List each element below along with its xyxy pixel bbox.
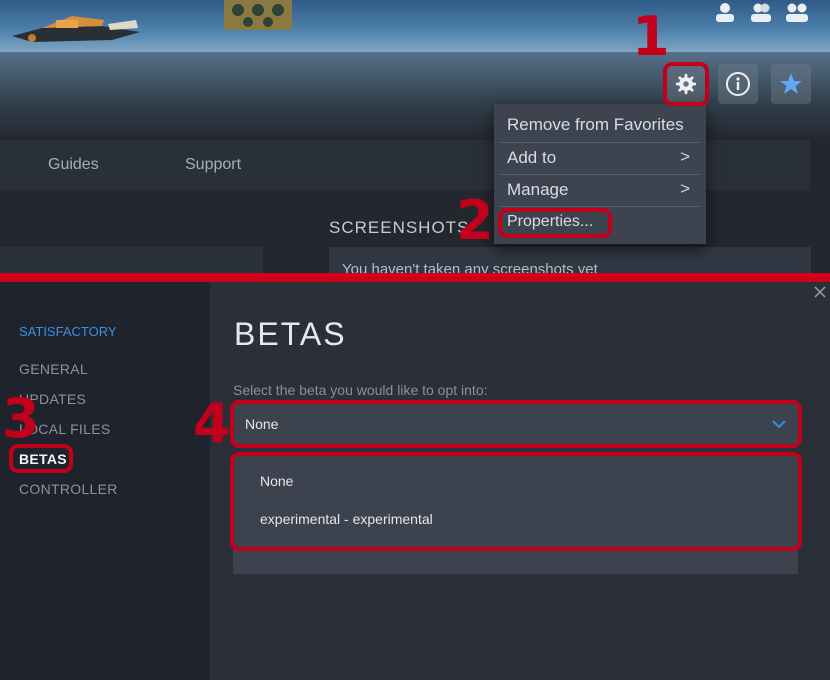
aircraft-art [12,16,140,42]
step-number-3: 3 [2,387,40,450]
chevron-right-icon: > [680,179,690,198]
properties-game-name: SATISFACTORY [19,324,117,339]
nav-controller[interactable]: CONTROLLER [19,481,118,497]
highlight-properties [498,208,612,238]
tab-guides[interactable]: Guides [48,156,99,174]
nav-general[interactable]: GENERAL [19,361,88,377]
chevron-right-icon: > [680,147,690,166]
highlight-beta-options [230,452,802,551]
info-button[interactable] [718,64,758,104]
friends-indicators [714,2,808,22]
menu-divider [500,142,700,143]
hero-banner [0,0,830,52]
menu-divider [500,174,700,175]
highlight-settings [663,62,709,106]
step-number-4: 4 [193,392,231,455]
menu-manage[interactable]: Manage [507,180,568,200]
favorite-button[interactable] [771,64,811,104]
tab-support[interactable]: Support [185,156,241,174]
close-icon[interactable] [813,285,827,299]
users-icon[interactable] [750,2,772,22]
info-icon [726,72,750,96]
step-number-1: 1 [632,5,670,68]
page-title: BETAS [234,316,347,352]
group-icon[interactable] [786,2,808,22]
star-icon [780,73,802,94]
library-page: Guides Support SCREENSHOTS You haven't t… [0,0,830,276]
beta-select-label: Select the beta you would like to opt in… [233,382,488,398]
menu-remove-favorites[interactable]: Remove from Favorites [507,115,684,135]
user-icon[interactable] [714,2,736,22]
step-number-2: 2 [456,189,494,252]
screenshots-panel: You haven't taken any screenshots yet [329,247,811,276]
menu-divider [500,206,700,207]
fan-panel-art [224,0,292,30]
highlight-beta-dropdown [230,400,802,448]
activity-panel [0,247,263,276]
menu-add-to[interactable]: Add to [507,148,556,168]
screenshots-heading: SCREENSHOTS [329,218,470,237]
screenshot-divider [0,273,830,282]
